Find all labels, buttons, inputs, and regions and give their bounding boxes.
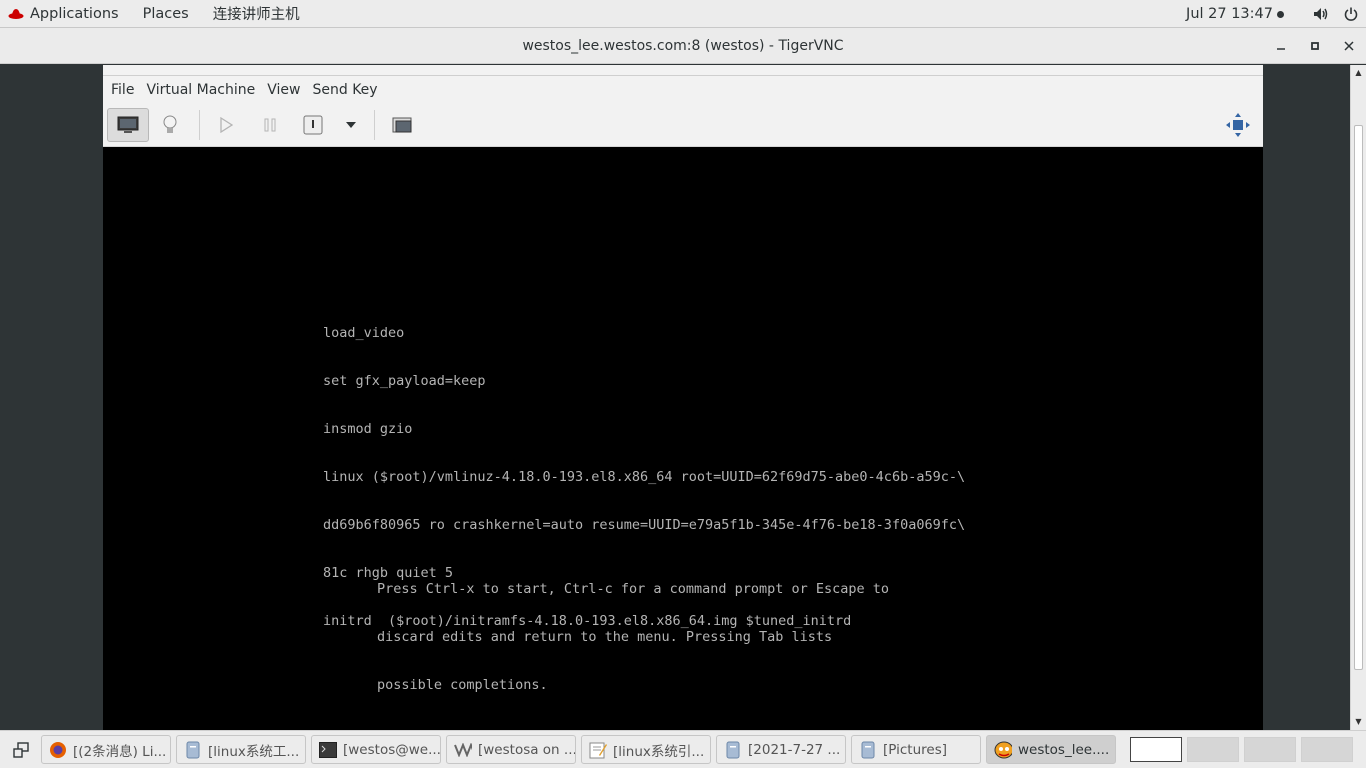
grub-help-text: Press Ctrl-x to start, Ctrl-c for a comm… <box>377 549 889 725</box>
console-line: set gfx_payload=keep <box>323 373 486 389</box>
window-title: westos_lee.westos.com:8 (westos) - Tiger… <box>522 37 844 54</box>
custom-menu[interactable]: 连接讲师主机 <box>201 0 312 28</box>
top-panel: Applications Places 连接讲师主机 Jul 27 13:47 <box>0 0 1366 28</box>
console-view-button[interactable] <box>107 108 149 142</box>
task-label: [westos@we... <box>343 741 441 758</box>
vertical-scrollbar[interactable]: ▲ ▼ <box>1350 65 1366 730</box>
vm-menubar: File Virtual Machine View Send Key <box>103 76 1263 104</box>
vm-window-top <box>103 65 1263 76</box>
firefox-icon <box>49 741 67 759</box>
task-label: [linux系统工... <box>208 743 300 760</box>
chevron-down-icon <box>346 122 356 128</box>
console-line: load_video <box>323 325 405 341</box>
virt-viewer-icon <box>454 741 472 759</box>
pause-icon <box>264 118 276 132</box>
task-label: [westosa on ... <box>478 741 576 758</box>
scrollbar-thumb[interactable] <box>1354 125 1363 670</box>
task-pictures[interactable]: [Pictures] <box>851 735 981 764</box>
scroll-up-icon[interactable]: ▲ <box>1351 65 1366 79</box>
menu-send-key[interactable]: Send Key <box>306 82 383 98</box>
play-icon <box>220 117 233 133</box>
show-desktop-button[interactable] <box>6 735 36 765</box>
console-line: linux ($root)/vmlinuz-4.18.0-193.el8.x86… <box>323 469 966 485</box>
shutdown-button[interactable] <box>292 108 334 142</box>
help-line: discard edits and return to the menu. Pr… <box>377 629 833 645</box>
window-titlebar[interactable]: westos_lee.westos.com:8 (westos) - Tiger… <box>0 28 1366 64</box>
file-manager-icon <box>184 741 202 759</box>
tigervnc-icon <box>994 741 1012 759</box>
task-label: [linux系统引... <box>613 743 705 760</box>
task-tigervnc[interactable]: westos_lee.... <box>986 735 1116 764</box>
places-menu[interactable]: Places <box>131 0 201 28</box>
snapshots-button[interactable] <box>375 108 431 142</box>
maximize-button[interactable] <box>1298 28 1332 64</box>
close-icon <box>1344 41 1354 51</box>
task-label: [Pictures] <box>883 741 947 758</box>
system-tray: Jul 27 13:47 <box>1186 0 1366 28</box>
lightbulb-icon <box>163 115 177 133</box>
console-line: dd69b6f80965 ro crashkernel=auto resume=… <box>323 517 966 533</box>
task-file-manager-2[interactable]: [2021-7-27 ... <box>716 735 846 764</box>
minimize-button[interactable] <box>1264 28 1298 64</box>
clock-label: Jul 27 13:47 <box>1186 6 1273 22</box>
close-button[interactable] <box>1332 28 1366 64</box>
task-file-manager[interactable]: [linux系统工... <box>176 735 306 764</box>
monitor-icon <box>117 116 139 133</box>
file-manager-icon <box>724 741 742 759</box>
task-label: westos_lee.... <box>1018 741 1110 758</box>
task-virt-viewer[interactable]: [westosa on ... <box>446 735 576 764</box>
task-text-editor[interactable]: [linux系统引... <box>581 735 711 764</box>
redhat-logo-icon <box>8 8 24 19</box>
shutdown-icon <box>303 115 323 135</box>
task-label: [(2条消息) Li... <box>73 743 167 760</box>
terminal-icon <box>319 741 337 759</box>
vm-console-screen[interactable]: load_video set gfx_payload=keep insmod g… <box>103 147 1263 730</box>
vm-toolbar <box>103 104 1263 147</box>
workspace-3[interactable] <box>1244 737 1296 762</box>
text-editor-icon <box>589 741 607 759</box>
virt-viewer-window: File Virtual Machine View Send Key load_… <box>103 65 1263 730</box>
power-icon[interactable] <box>1336 0 1366 28</box>
volume-icon[interactable] <box>1306 0 1336 28</box>
toolbar-separator <box>199 110 200 140</box>
window-controls <box>1264 28 1366 64</box>
workspace-4[interactable] <box>1301 737 1353 762</box>
fullscreen-icon <box>1226 113 1250 137</box>
file-manager-icon <box>859 741 877 759</box>
details-view-button[interactable] <box>149 108 191 142</box>
task-label: [2021-7-27 ... <box>748 741 841 758</box>
minimize-icon <box>1277 48 1285 50</box>
help-line: possible completions. <box>377 677 548 693</box>
applications-label: Applications <box>30 5 119 22</box>
show-desktop-icon <box>13 741 29 758</box>
workspace-switcher <box>1130 737 1358 762</box>
menu-view[interactable]: View <box>261 82 306 98</box>
window-list-taskbar: [(2条消息) Li... [linux系统工... [westos@we...… <box>0 730 1366 768</box>
pause-button[interactable] <box>248 108 292 142</box>
run-button[interactable] <box>204 108 248 142</box>
vnc-viewport[interactable]: File Virtual Machine View Send Key load_… <box>0 65 1350 730</box>
fullscreen-button[interactable] <box>1221 108 1255 142</box>
help-line: Press Ctrl-x to start, Ctrl-c for a comm… <box>377 581 890 597</box>
task-firefox[interactable]: [(2条消息) Li... <box>41 735 171 764</box>
shutdown-menu-button[interactable] <box>334 108 368 142</box>
console-line: insmod gzio <box>323 421 413 437</box>
snapshot-icon <box>392 117 412 133</box>
scroll-down-icon[interactable]: ▼ <box>1351 714 1366 728</box>
notification-dot-icon <box>1277 10 1284 18</box>
workspace-2[interactable] <box>1187 737 1239 762</box>
clock[interactable]: Jul 27 13:47 <box>1186 6 1284 22</box>
menu-virtual-machine[interactable]: Virtual Machine <box>140 82 261 98</box>
task-terminal[interactable]: [westos@we... <box>311 735 441 764</box>
workspace-1[interactable] <box>1130 737 1182 762</box>
maximize-icon <box>1311 42 1319 50</box>
applications-menu[interactable]: Applications <box>0 0 131 28</box>
menu-file[interactable]: File <box>105 82 140 98</box>
